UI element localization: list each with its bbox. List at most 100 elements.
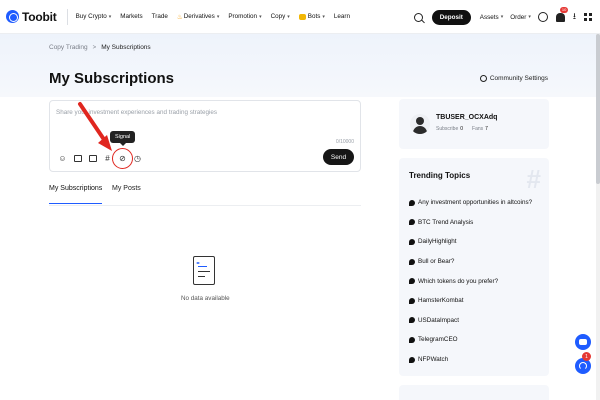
trending-item[interactable]: TelegramCEO [409,330,544,350]
topic-label: BTC Trend Analysis [418,218,474,226]
highlight-circle [112,148,133,169]
hashtag-icon[interactable]: # [103,154,112,163]
order-menu[interactable]: Order ▾ [510,14,531,21]
topic-icon [409,356,415,363]
assets-label: Assets [479,13,499,21]
community-settings-label: Community Settings [489,75,548,82]
nav-label: Copy [270,13,286,20]
caret-down-icon: ▾ [216,13,220,20]
caret-down-icon: ▾ [259,13,262,20]
nav-derivatives[interactable]: ♨ Derivatives ▾ [177,13,220,21]
trending-list: Any investment opportunities in altcoins… [409,193,544,369]
nav-label: Trade [151,13,168,20]
robot-icon [298,13,306,20]
gear-icon [479,75,487,82]
topic-icon [409,297,415,304]
topic-label: DailyHighlight [418,238,457,246]
trending-item[interactable]: Which tokens do you prefer? [409,271,544,291]
notification-badge: 10 [559,6,569,13]
subscribe-label: Subscribe [436,126,459,132]
history-icon[interactable]: ◷ [133,154,142,163]
tab-bar: My Subscriptions My Posts [49,180,361,206]
breadcrumb-separator: > [92,44,97,51]
topic-icon [409,238,415,245]
trending-item[interactable]: NFPWatch [409,350,544,370]
fire-icon: ♨ [176,13,183,21]
order-label: Order [510,13,527,21]
nav-label: Bots [307,13,321,20]
topic-label: Which tokens do you prefer? [418,277,499,285]
video-icon[interactable] [88,154,97,163]
trending-item[interactable]: BTC Trend Analysis [409,213,544,233]
deposit-button[interactable]: Deposit [431,9,471,25]
avatar[interactable] [410,114,430,134]
topic-label: HamsterKombat [418,297,464,305]
user-icon[interactable] [537,12,548,22]
tab-my-subscriptions[interactable]: My Subscriptions [49,185,103,204]
nav-trade[interactable]: Trade [152,13,168,20]
brand-logo[interactable]: Toobit [6,10,57,24]
trending-item[interactable]: HamsterKombat [409,291,544,311]
top-navbar: Toobit Buy Crypto ▾ Markets Trade ♨ Deriva… [0,0,600,34]
user-stats: Subscribe 0 Fans 7 [436,126,497,132]
topic-label: NFPWatch [418,356,449,364]
trending-item[interactable]: USDataImpact [409,311,544,331]
trending-item[interactable]: Bull or Bear? [409,252,544,272]
char-counter: 0/10000 [335,139,354,145]
breadcrumb-parent[interactable]: Copy Trading [49,44,88,51]
topic-icon [409,258,415,265]
headset-icon [579,362,587,370]
support-badge: 1 [582,352,591,361]
nav-copy[interactable]: Copy ▾ [271,13,290,20]
post-input[interactable] [56,109,356,116]
topic-icon [409,199,415,206]
trending-item[interactable]: DailyHighlight [409,232,544,252]
page-title: My Subscriptions [49,70,175,87]
nav-learn[interactable]: Learn [334,13,350,20]
caret-down-icon: ▾ [287,13,290,20]
breadcrumb: Copy Trading > My Subscriptions [49,44,151,51]
scroll-thumb[interactable] [596,34,600,184]
grid-menu-icon[interactable] [584,13,592,21]
nav-markets[interactable]: Markets [120,13,142,20]
topic-label: Any investment opportunities in altcoins… [418,199,533,207]
caret-down-icon: ▾ [500,14,504,20]
notifications[interactable]: 10 [555,6,569,22]
bottom-card [399,385,549,400]
page-scrollbar[interactable] [596,34,600,400]
fans-count: 7 [485,126,488,132]
assets-menu[interactable]: Assets ▾ [480,14,503,21]
trending-item[interactable]: Any investment opportunities in altcoins… [409,193,544,213]
empty-state-text: No data available [181,295,230,302]
topic-label: USDataImpact [418,316,459,324]
nav-label: Derivatives [183,13,215,20]
nav-divider [66,8,68,25]
caret-down-icon: ▾ [108,13,112,20]
community-settings-link[interactable]: Community Settings [479,75,548,82]
signal-tooltip: Signal [110,131,136,146]
username[interactable]: TBUSER_OCXAdq [436,114,497,121]
tab-my-posts[interactable]: My Posts [112,185,141,192]
decor-mark: ◂▸ [196,260,201,265]
breadcrumb-current: My Subscriptions [101,44,151,51]
topic-label: Bull or Bear? [418,258,455,266]
caret-down-icon: ▾ [528,14,531,20]
hashtag-watermark-icon: # [526,164,541,194]
user-card: TBUSER_OCXAdq Subscribe 0 Fans 7 [399,99,549,149]
caret-down-icon: ▾ [322,13,325,20]
nav-bots[interactable]: Bots ▾ [298,13,325,20]
nav-promotion[interactable]: Promotion ▾ [228,13,261,20]
download-icon[interactable]: ⭳ [573,9,576,25]
topic-icon [409,317,415,324]
logo-icon [6,10,19,23]
emoji-icon[interactable]: ☺ [58,154,67,163]
nav-label: Promotion [228,13,258,20]
topic-icon [409,336,415,343]
nav-buy-crypto[interactable]: Buy Crypto ▾ [76,13,112,20]
trending-title: Trending Topics [409,171,471,180]
chat-button[interactable] [575,334,591,350]
send-button[interactable]: Send [323,149,354,165]
topic-icon [409,278,415,285]
image-icon[interactable] [73,154,82,163]
search-icon[interactable] [413,12,423,22]
